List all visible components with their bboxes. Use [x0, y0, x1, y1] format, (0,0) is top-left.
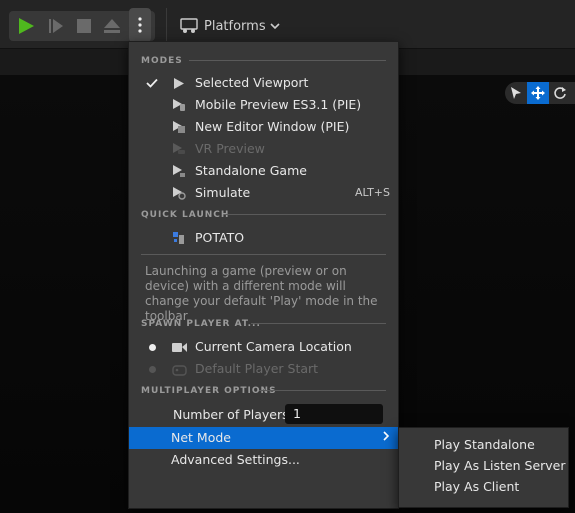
- net-mode-play-standalone[interactable]: Play Standalone: [399, 434, 568, 455]
- net-mode-item[interactable]: Net Mode: [129, 427, 398, 449]
- net-mode-label: Net Mode: [171, 430, 231, 445]
- spawn-header-line: [251, 323, 386, 324]
- skip-frame-button[interactable]: [43, 11, 69, 41]
- spawn-current-camera[interactable]: Current Camera Location: [129, 336, 398, 358]
- mode-new-editor-window[interactable]: New Editor Window (PIE): [129, 116, 398, 138]
- mode-label: Selected Viewport: [195, 75, 309, 90]
- check-icon: [145, 76, 159, 90]
- simulate-shortcut: ALT+S: [354, 186, 390, 199]
- net-mode-option-label: Play As Client: [434, 479, 520, 494]
- viewport-transform-tools: [505, 82, 575, 104]
- net-mode-option-label: Play Standalone: [434, 437, 535, 452]
- mobile-preview-icon: [171, 97, 187, 113]
- play-icon: [19, 18, 34, 34]
- multiplayer-header-line: [259, 390, 386, 391]
- advanced-settings-item[interactable]: Advanced Settings...: [171, 452, 300, 467]
- new-window-icon: [171, 119, 187, 135]
- more-vertical-icon: [138, 17, 142, 33]
- net-mode-listen-server[interactable]: Play As Listen Server: [399, 455, 568, 476]
- cursor-icon: [511, 87, 521, 99]
- number-of-players-input[interactable]: 1: [285, 404, 383, 424]
- mode-label: New Editor Window (PIE): [195, 119, 350, 134]
- mode-label: Simulate: [195, 185, 251, 200]
- rotate-icon: [554, 87, 566, 99]
- move-icon: [531, 86, 545, 100]
- selected-dot-icon: [145, 340, 159, 354]
- mode-selected-viewport[interactable]: Selected Viewport: [129, 72, 398, 94]
- number-of-players-label: Number of Players: [173, 407, 289, 422]
- play-options-menu: MODES Selected Viewport Mobile Preview E…: [128, 41, 399, 509]
- spawn-default-player-start[interactable]: Default Player Start: [129, 358, 398, 380]
- launch-description: Launching a game (preview or on device) …: [145, 264, 378, 323]
- camera-icon: [171, 339, 187, 355]
- modes-header-line: [189, 60, 386, 61]
- mode-vr-preview[interactable]: VR Preview: [129, 138, 398, 160]
- standalone-game-icon: [171, 163, 187, 179]
- mode-standalone-game[interactable]: Standalone Game: [129, 160, 398, 182]
- unselected-dot-icon: [145, 362, 159, 376]
- toolbar-separator: [166, 8, 167, 42]
- play-options-button[interactable]: [129, 8, 151, 42]
- platforms-button[interactable]: Platforms: [180, 14, 280, 38]
- rotate-tool-button[interactable]: [549, 82, 571, 104]
- mode-mobile-preview[interactable]: Mobile Preview ES3.1 (PIE): [129, 94, 398, 116]
- spawn-header: SPAWN PLAYER AT...: [141, 319, 261, 329]
- quick-launch-header: QUICK LAUNCH: [141, 210, 230, 220]
- net-mode-play-as-client[interactable]: Play As Client: [399, 476, 568, 497]
- net-mode-submenu: Play Standalone Play As Listen Server Pl…: [398, 427, 569, 508]
- eject-icon: [104, 19, 120, 33]
- quick-launch-label: POTATO: [195, 230, 245, 245]
- quick-launch-header-line: [224, 214, 386, 215]
- net-mode-option-label: Play As Listen Server: [434, 458, 566, 473]
- modes-header: MODES: [141, 56, 183, 66]
- player-start-icon: [171, 361, 187, 377]
- quick-launch-potato[interactable]: POTATO: [129, 227, 398, 249]
- device-icon: [171, 230, 187, 246]
- platforms-icon: [180, 18, 198, 33]
- mode-label: Mobile Preview ES3.1 (PIE): [195, 97, 362, 112]
- stop-icon: [77, 19, 91, 33]
- eject-button[interactable]: [99, 11, 125, 41]
- platforms-label: Platforms: [204, 18, 266, 34]
- select-tool-button[interactable]: [505, 82, 527, 104]
- play-button[interactable]: [13, 11, 39, 41]
- chevron-down-icon: [270, 22, 280, 29]
- translate-tool-button[interactable]: [527, 82, 549, 104]
- spawn-label: Current Camera Location: [195, 339, 352, 354]
- play-icon: [171, 75, 187, 91]
- simulate-icon: [171, 185, 187, 201]
- stop-button[interactable]: [71, 11, 97, 41]
- skip-frame-icon: [49, 19, 63, 33]
- spawn-label: Default Player Start: [195, 361, 319, 376]
- mode-label: VR Preview: [195, 141, 265, 156]
- vr-preview-icon: [171, 141, 187, 157]
- menu-divider: [141, 254, 386, 255]
- mode-simulate[interactable]: Simulate ALT+S: [129, 182, 398, 204]
- mode-label: Standalone Game: [195, 163, 307, 178]
- multiplayer-header: MULTIPLAYER OPTIONS: [141, 386, 277, 396]
- chevron-right-icon: [382, 430, 390, 445]
